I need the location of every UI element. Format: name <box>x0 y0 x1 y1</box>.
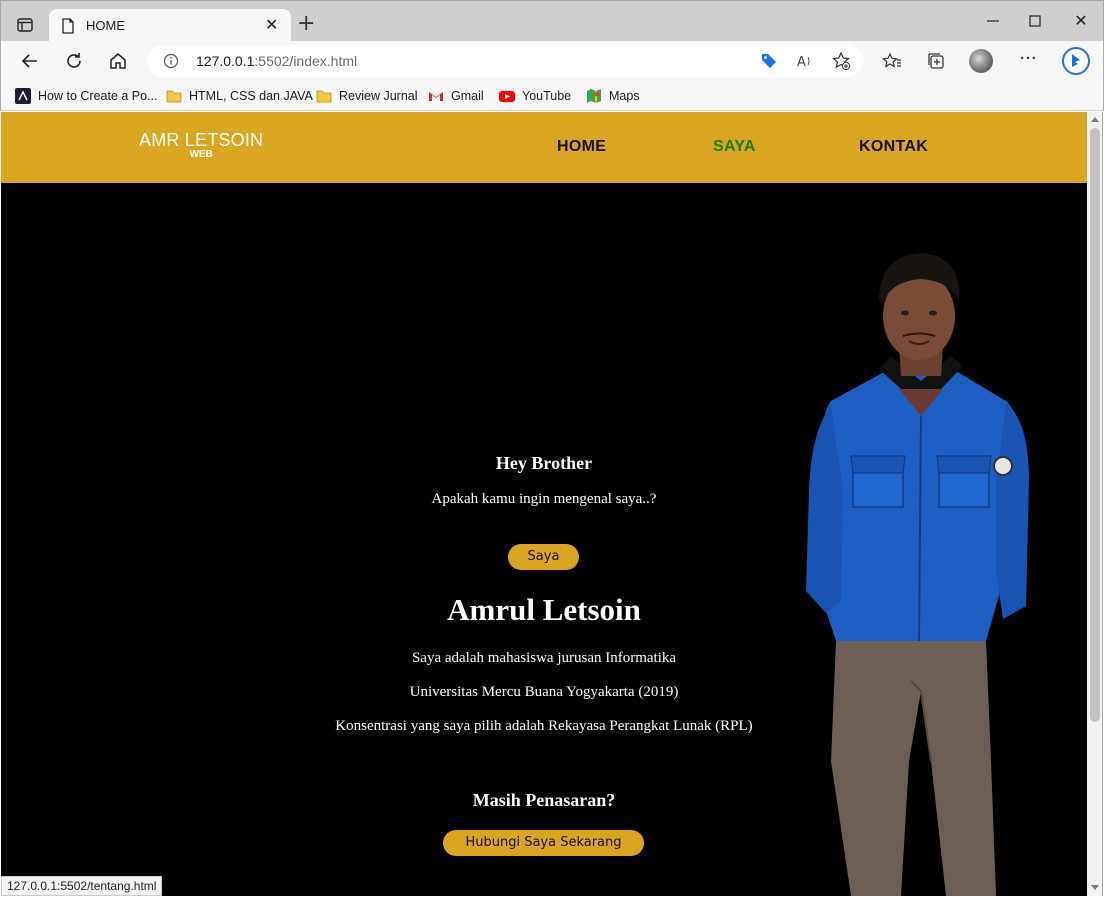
home-icon[interactable] <box>107 50 129 72</box>
greeting-heading: Hey Brother <box>495 453 593 473</box>
site-navbar: AMR LETSOIN WEB HOME SAYA KONTAK <box>1 112 1087 183</box>
bookmark-label: Review Jurnal <box>339 89 418 103</box>
site-logo[interactable]: AMR LETSOIN WEB <box>139 130 263 160</box>
nav-link-home[interactable]: HOME <box>557 138 606 156</box>
nav-link-kontak[interactable]: KONTAK <box>859 138 928 156</box>
bio-line-university: Universitas Mercu Buana Yogyakarta (2019… <box>409 684 679 700</box>
back-icon[interactable] <box>19 50 41 72</box>
page-icon <box>61 18 75 37</box>
bio-line-concentration: Konsentrasi yang saya pilih adalah Rekay… <box>335 718 753 734</box>
status-link-preview: 127.0.0.1:5502/tentang.html <box>1 876 163 896</box>
bookmark-item[interactable]: HTML, CSS dan JAVA <box>166 86 313 106</box>
bookmark-item[interactable]: Review Jurnal <box>316 86 418 106</box>
scroll-down-icon[interactable] <box>1091 885 1099 890</box>
url-path: :5502/index.html <box>254 53 358 69</box>
more-menu-icon[interactable]: ··· <box>1017 50 1039 72</box>
maximize-icon[interactable] <box>1025 11 1045 31</box>
tab-actions-icon[interactable] <box>15 15 35 35</box>
bookmark-item[interactable]: How to Create a Po... <box>15 86 158 106</box>
profile-avatar[interactable] <box>969 49 993 73</box>
scrollbar-thumb[interactable] <box>1090 128 1100 722</box>
browser-titlebar: HOME ✕ + ✕ <box>0 0 1104 42</box>
url-host: 127.0.0.1 <box>196 53 255 69</box>
saya-button[interactable]: Saya <box>508 544 579 570</box>
site-info-icon[interactable] <box>163 53 179 72</box>
close-window-icon[interactable]: ✕ <box>1071 11 1091 31</box>
new-tab-icon[interactable]: + <box>297 13 315 35</box>
favorites-icon[interactable] <box>881 50 903 72</box>
address-bar[interactable]: 127.0.0.1:5502/index.html A <box>147 45 863 77</box>
logo-main-text: AMR LETSOIN <box>139 130 264 150</box>
bookmark-label: How to Create a Po... <box>38 89 158 103</box>
contact-now-button[interactable]: Hubungi Saya Sekarang <box>443 830 644 856</box>
maps-icon <box>586 88 602 104</box>
folder-icon <box>166 88 182 104</box>
svg-text:A: A <box>797 55 806 70</box>
reload-icon[interactable] <box>63 50 85 72</box>
bookmark-label: Maps <box>609 89 640 103</box>
hero-section: Hey Brother Apakah kamu ingin mengenal s… <box>1 183 1087 896</box>
coupon-tag-icon[interactable] <box>759 51 779 71</box>
bookmark-item[interactable]: Maps <box>586 86 640 106</box>
bookmark-item[interactable]: Gmail <box>428 86 484 106</box>
minimize-icon[interactable] <box>983 11 1003 31</box>
browser-toolbar: 127.0.0.1:5502/index.html A ··· <box>0 41 1104 81</box>
bookmark-label: Gmail <box>451 89 484 103</box>
site-favicon-icon <box>15 88 31 104</box>
intro-question: Apakah kamu ingin mengenal saya..? <box>431 491 657 507</box>
bookmark-label: YouTube <box>522 89 572 103</box>
nav-link-saya[interactable]: SAYA <box>713 138 756 156</box>
bio-line-major: Saya adalah mahasiswa jurusan Informatik… <box>411 650 677 666</box>
profile-name: Amrul Letsoin <box>447 592 641 627</box>
page-scrollbar[interactable] <box>1087 112 1103 896</box>
bookmarks-bar: How to Create a Po... HTML, CSS dan JAVA… <box>0 81 1104 111</box>
bookmark-label: HTML, CSS dan JAVA <box>189 89 313 103</box>
scroll-up-icon[interactable] <box>1091 117 1099 122</box>
curious-heading: Masih Penasaran? <box>472 790 616 810</box>
read-aloud-icon[interactable]: A <box>795 51 815 71</box>
bing-chat-icon[interactable] <box>1061 46 1091 76</box>
close-tab-icon[interactable]: ✕ <box>265 17 278 33</box>
page-viewport: AMR LETSOIN WEB HOME SAYA KONTAK Hey Bro… <box>1 112 1087 896</box>
add-favorite-icon[interactable] <box>831 51 851 71</box>
browser-tab[interactable]: HOME ✕ <box>49 9 291 42</box>
folder-icon <box>316 88 332 104</box>
collections-icon[interactable] <box>925 50 947 72</box>
profile-photo <box>806 253 1029 896</box>
url-text: 127.0.0.1:5502/index.html <box>196 53 357 69</box>
gmail-icon <box>428 88 444 104</box>
logo-sub-text: WEB <box>189 149 213 160</box>
youtube-icon <box>499 88 515 104</box>
tab-title: HOME <box>86 18 125 33</box>
bookmark-item[interactable]: YouTube <box>499 86 571 106</box>
